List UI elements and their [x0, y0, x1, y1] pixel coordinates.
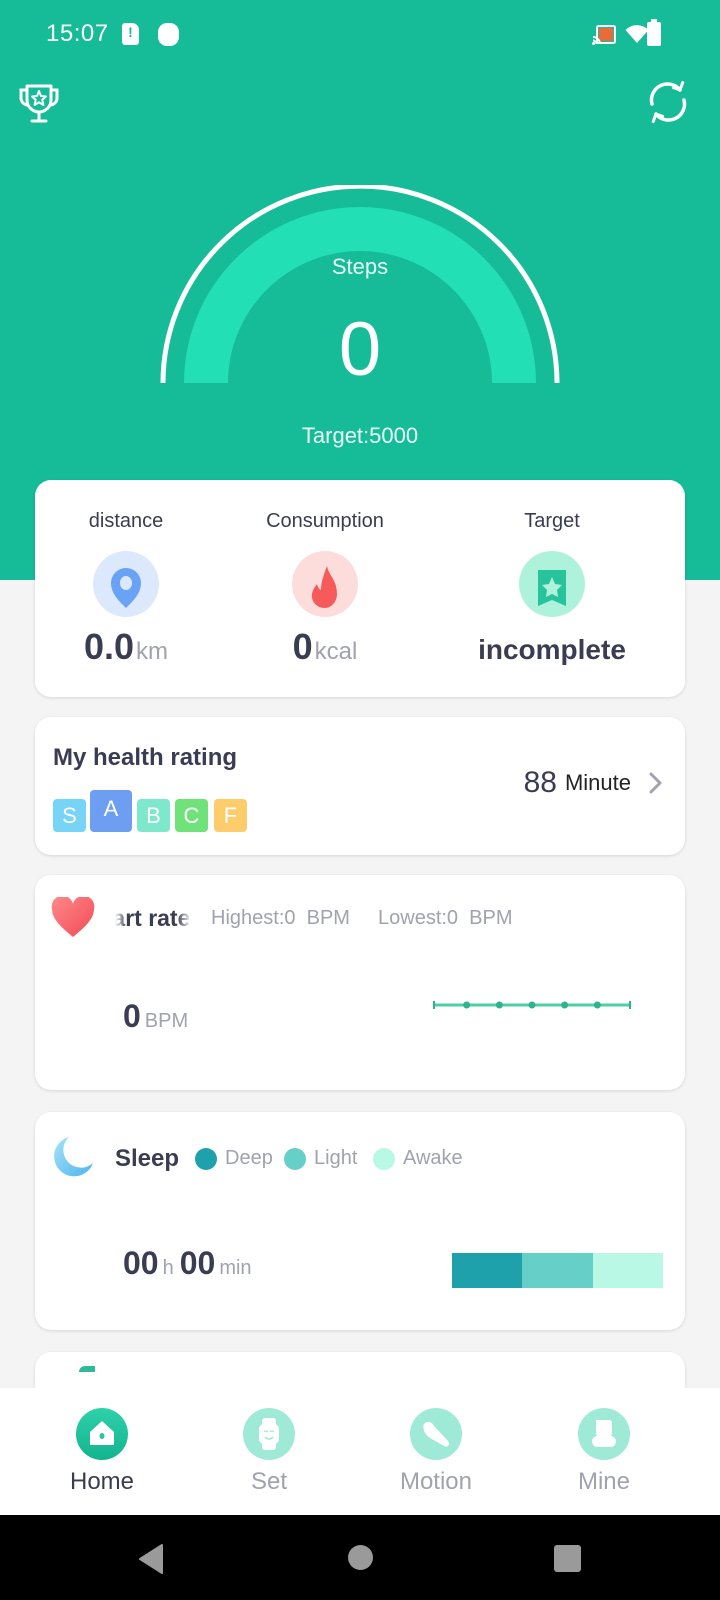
card-icon [79, 1366, 95, 1372]
target-star-icon [519, 551, 585, 617]
distance-label: distance [88, 510, 164, 532]
hr-endpoint [433, 1001, 435, 1009]
sleep-title: Sleep [115, 1145, 180, 1172]
steps-label: Steps [331, 254, 389, 279]
target-label: Target [524, 510, 580, 532]
tab-home[interactable]: Home [12, 1388, 192, 1515]
grade-b: B [137, 799, 170, 832]
daily-stats-card: distance 0.0km Consumption 0kcal Target … [35, 480, 685, 697]
shoe-icon [410, 1408, 462, 1460]
health-rating-title: My health rating [53, 744, 238, 771]
hr-point [463, 1001, 471, 1009]
deep-dot [195, 1147, 217, 1170]
sleep-bar-awake [592, 1253, 663, 1288]
person-icon [578, 1408, 630, 1460]
target-status: incomplete [478, 634, 626, 665]
sleep-stage-bar [452, 1253, 663, 1288]
bottom-tab-bar: Home Set Motion Mine [0, 1388, 720, 1515]
home-nav-icon[interactable] [348, 1545, 373, 1570]
hr-point [495, 1001, 503, 1009]
sleep-card[interactable]: Sleep Deep Light Awake 00 h 00 min [35, 1112, 685, 1330]
sleep-duration: 00 h 00 min [123, 1245, 252, 1281]
grade-f: F [214, 799, 247, 832]
consumption-value: 0kcal [292, 626, 358, 667]
health-rating-value: 88 Minute [524, 766, 663, 800]
watch-icon [243, 1408, 295, 1460]
sync-icon[interactable] [644, 78, 692, 126]
heart-icon [51, 897, 95, 937]
steps-target: Target:5000 [301, 423, 419, 448]
sim-alert-icon [122, 23, 139, 45]
grade-a: A [90, 790, 132, 832]
hr-point [561, 1001, 569, 1009]
rating-unit: Minute [564, 770, 631, 795]
location-pin-icon [93, 551, 159, 617]
heart-rate-lowest: Lowest:0 BPM [378, 907, 513, 929]
tab-set[interactable]: Set [179, 1388, 359, 1515]
back-icon[interactable] [137, 1543, 167, 1575]
flame-icon [292, 551, 358, 617]
battery-icon [647, 19, 661, 46]
heart-rate-card[interactable]: Heart rate Highest:0 BPM Lowest:0 BPM 0B… [35, 875, 685, 1090]
home-icon [76, 1408, 128, 1460]
hr-point [593, 1001, 601, 1009]
heart-rate-highest: Highest:0 BPM [211, 907, 350, 929]
rating-minutes: 88 [523, 766, 557, 799]
hr-endpoint [629, 1001, 631, 1009]
heart-rate-value: 0 BPM [123, 998, 189, 1034]
notification-dot-icon [158, 23, 179, 46]
wifi-icon [625, 25, 649, 43]
grade-c: C [175, 799, 208, 832]
chevron-right-icon [649, 772, 662, 794]
status-time: 15:07 [46, 20, 109, 47]
heart-rate-sparkline [433, 1001, 631, 1009]
sleep-bar-light [522, 1253, 593, 1288]
moon-icon [54, 1137, 93, 1177]
trophy-icon[interactable] [16, 80, 62, 126]
cast-icon [592, 25, 616, 45]
health-rating-card[interactable]: My health rating S A B C F 88 Minute [35, 717, 685, 855]
sleep-bar-deep [452, 1253, 523, 1288]
legend-light: Light [284, 1147, 357, 1170]
distance-value: 0.0km [83, 626, 169, 667]
awake-dot [373, 1147, 395, 1170]
legend-awake: Awake [373, 1147, 463, 1170]
hr-point [528, 1001, 536, 1009]
recents-icon[interactable] [554, 1545, 581, 1572]
grade-s: S [53, 799, 86, 832]
status-bar: 15:07 [0, 0, 720, 70]
tab-motion[interactable]: Motion [346, 1388, 526, 1515]
light-dot [284, 1147, 306, 1170]
legend-deep: Deep [195, 1147, 273, 1170]
consumption-label: Consumption [266, 510, 384, 532]
tab-mine[interactable]: Mine [514, 1388, 694, 1515]
system-nav-bar [0, 1515, 720, 1600]
steps-value: 0 [338, 307, 382, 392]
